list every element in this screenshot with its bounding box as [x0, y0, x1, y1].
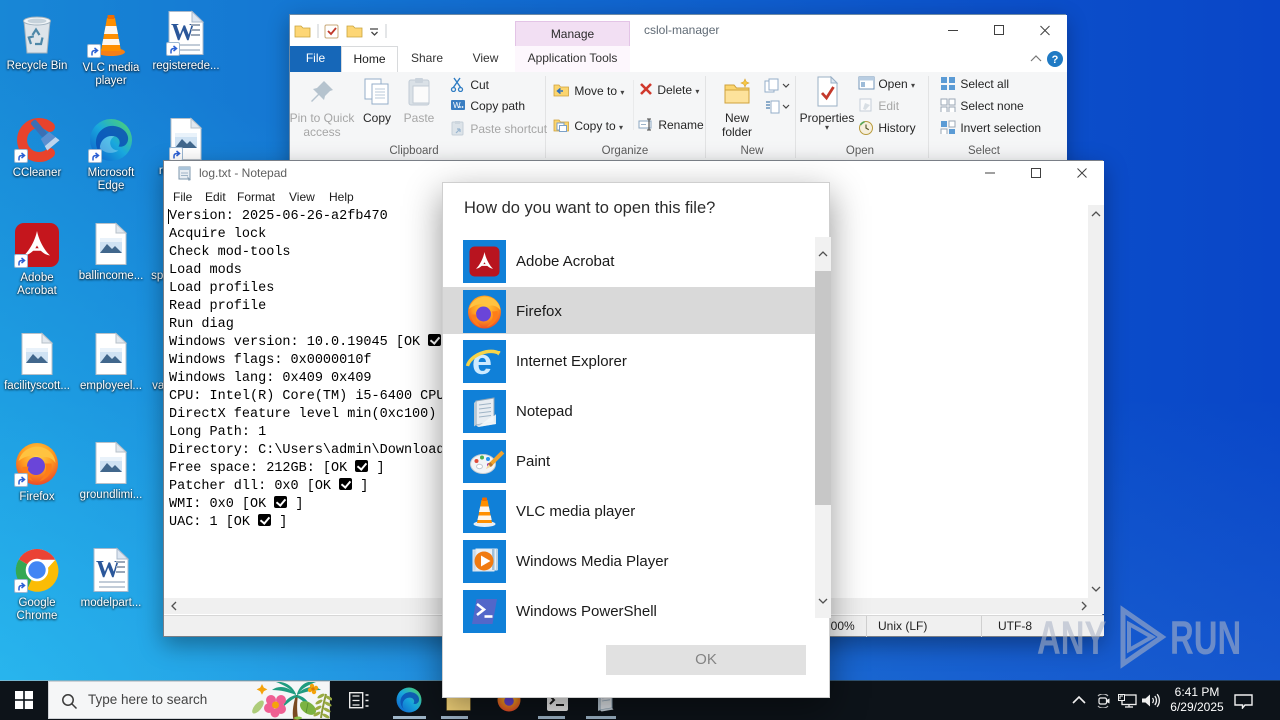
svg-text:ANY: ANY	[1037, 611, 1106, 664]
svg-text:W: W	[453, 101, 461, 110]
svg-text:W: W	[96, 557, 120, 583]
svg-text:?: ?	[1052, 54, 1059, 66]
svg-text:e: e	[472, 341, 492, 382]
svg-text:RUN: RUN	[1170, 611, 1241, 664]
